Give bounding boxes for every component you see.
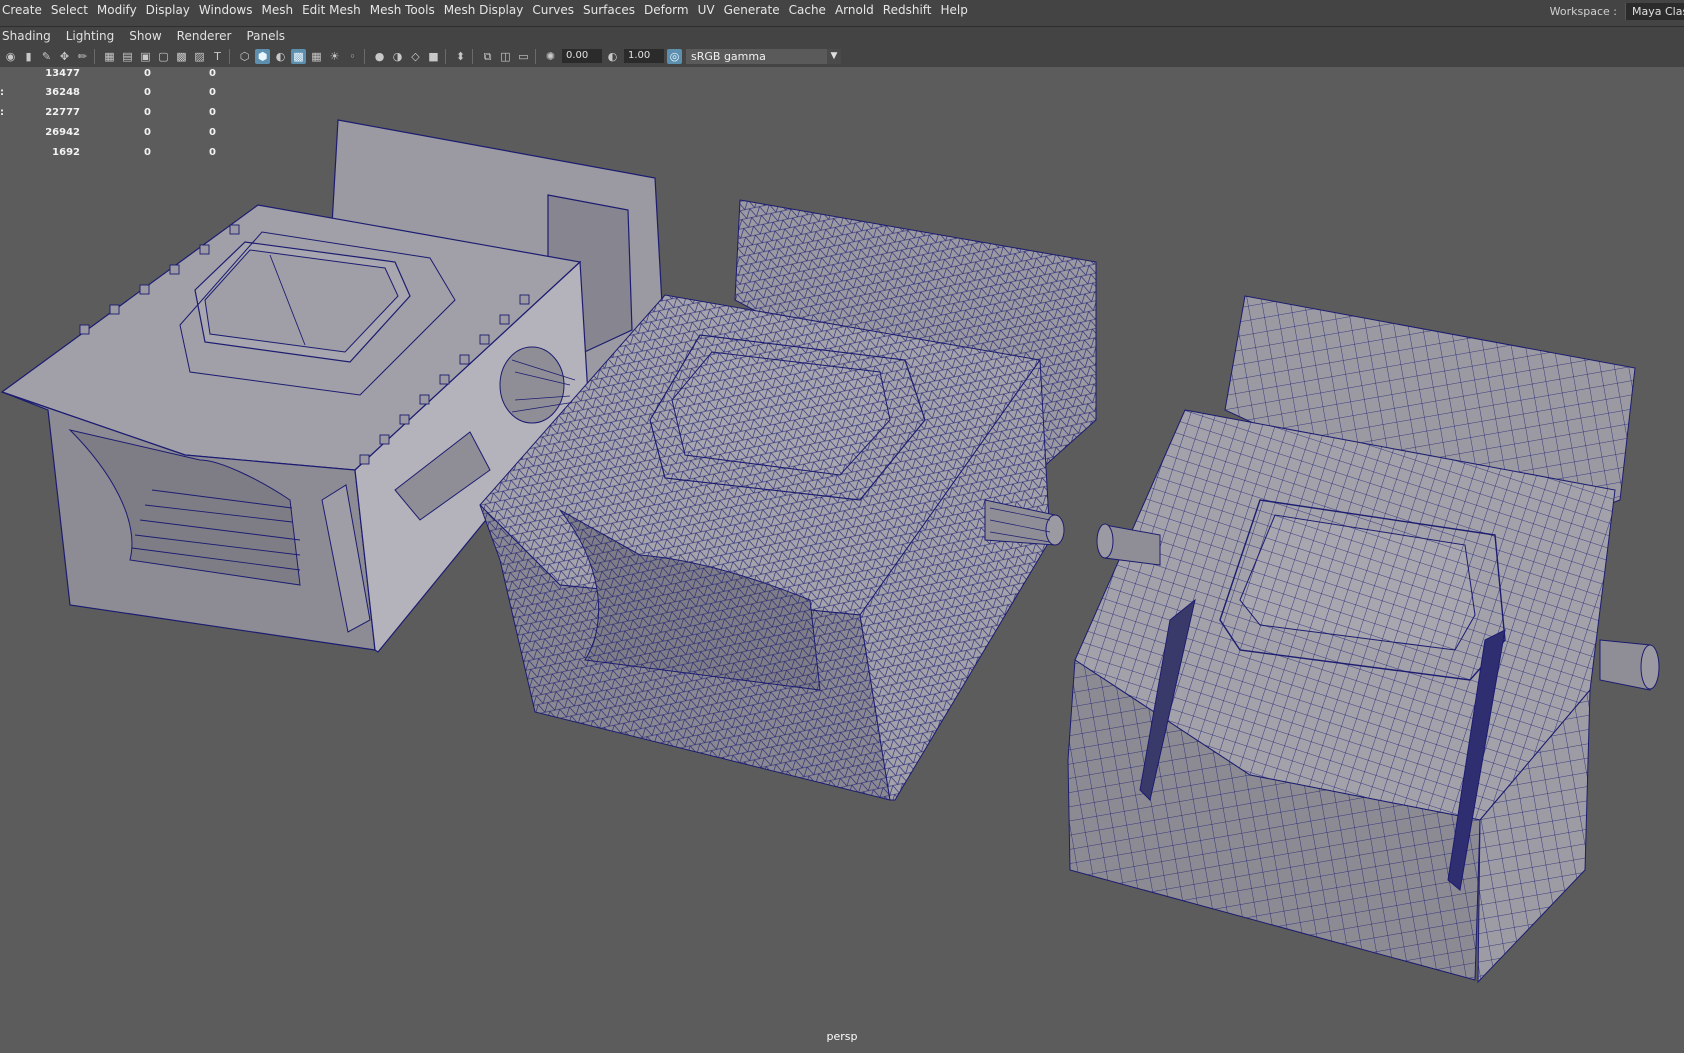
hud-value-selected: 0 <box>144 127 151 138</box>
toolbar-separator <box>94 48 95 64</box>
hud-value-faces: 0 <box>209 127 216 138</box>
safe-title-icon[interactable]: T <box>210 49 225 64</box>
quad-remesh-model[interactable] <box>1067 295 1660 984</box>
menu-arnold[interactable]: Arnold <box>835 3 883 17</box>
menu-mesh[interactable]: Mesh <box>261 3 302 17</box>
hud-row: 26942 0 0 <box>0 127 230 141</box>
gate-mask-icon[interactable]: ▢ <box>156 49 171 64</box>
hud-value-total: 1692 <box>52 147 80 158</box>
lowpoly-peg <box>499 346 565 424</box>
field-chart-icon[interactable]: ▩ <box>174 49 189 64</box>
quad-peg-right <box>1599 639 1660 691</box>
hud-value-selected: 0 <box>144 68 151 79</box>
wireframe-on-shaded-icon[interactable]: ◐ <box>273 49 288 64</box>
hud-value-total: 13477 <box>45 68 80 79</box>
multisample-icon[interactable]: ◑ <box>390 49 405 64</box>
use-all-lights-icon[interactable]: ▦ <box>309 49 324 64</box>
hud-value-total: 36248 <box>45 87 80 98</box>
menu-windows[interactable]: Windows <box>199 3 262 17</box>
workspace-selector: Workspace : Maya Clas <box>1550 0 1684 22</box>
shadows-icon[interactable]: ☀ <box>327 49 342 64</box>
menu-edit-mesh[interactable]: Edit Mesh <box>302 3 370 17</box>
menu-create[interactable]: Create <box>0 3 51 17</box>
xray-icon[interactable]: ⬍ <box>453 49 468 64</box>
panel-menu-renderer[interactable]: Renderer <box>177 29 247 43</box>
hud-value-faces: 0 <box>209 68 216 79</box>
menu-deform[interactable]: Deform <box>644 3 698 17</box>
panel-menu-show[interactable]: Show <box>129 29 176 43</box>
toolbar-separator <box>472 48 473 64</box>
exposure-field[interactable]: 0.00 <box>562 49 602 63</box>
color-space-value: sRGB gamma <box>691 49 766 63</box>
hud-value-selected: 0 <box>144 147 151 158</box>
hud-value-faces: 0 <box>209 107 216 118</box>
xray-joints-icon[interactable]: ⧉ <box>480 49 495 64</box>
safe-action-icon[interactable]: ▨ <box>192 49 207 64</box>
xray-components-icon[interactable]: ◫ <box>498 49 513 64</box>
resolution-gate-icon[interactable]: ▣ <box>138 49 153 64</box>
brush-icon[interactable]: ✏ <box>75 49 90 64</box>
hud-value-selected: 0 <box>144 107 151 118</box>
screen-space-ao-icon[interactable]: ◦ <box>345 49 360 64</box>
hud-row: 13477 0 0 <box>0 68 230 82</box>
workspace-label: Workspace : <box>1549 4 1617 18</box>
color-space-dropdown[interactable]: sRGB gamma ▼ <box>686 48 841 64</box>
gamma-icon[interactable]: ◐ <box>605 49 620 64</box>
toolbar-separator <box>229 48 230 64</box>
panel-menu-lighting[interactable]: Lighting <box>66 29 130 43</box>
pen-icon[interactable]: ✎ <box>39 49 54 64</box>
viewport-scene[interactable] <box>0 67 1684 1053</box>
toolbar-separator <box>364 48 365 64</box>
menu-help[interactable]: Help <box>941 3 977 17</box>
wireframe-icon[interactable]: ⬡ <box>237 49 252 64</box>
hud-label: : <box>0 87 4 98</box>
xray-active-icon[interactable]: ▭ <box>516 49 531 64</box>
hud-value-total: 22777 <box>45 107 80 118</box>
panel-menu-bar: Shading Lighting Show Renderer Panels <box>0 27 1684 45</box>
smooth-shade-icon[interactable]: ⬢ <box>255 48 270 64</box>
menu-uv[interactable]: UV <box>698 3 724 17</box>
main-menu-bar: Create Select Modify Display Windows Mes… <box>0 0 1684 26</box>
hud-label: : <box>0 107 4 118</box>
motion-blur-icon[interactable]: ● <box>372 49 387 64</box>
menu-cache[interactable]: Cache <box>789 3 835 17</box>
hud-value-faces: 0 <box>209 147 216 158</box>
camera-icon[interactable]: ◉ <box>3 49 18 64</box>
hud-value-total: 26942 <box>45 127 80 138</box>
menu-mesh-display[interactable]: Mesh Display <box>444 3 533 17</box>
camera-name-label: persp <box>826 1030 858 1043</box>
menu-redshift[interactable]: Redshift <box>883 3 941 17</box>
panel-menu-panels[interactable]: Panels <box>246 29 300 43</box>
film-gate-icon[interactable]: ▤ <box>120 49 135 64</box>
menu-mesh-tools[interactable]: Mesh Tools <box>370 3 444 17</box>
menu-select[interactable]: Select <box>51 3 97 17</box>
menu-curves[interactable]: Curves <box>532 3 583 17</box>
move-icon[interactable]: ✥ <box>57 49 72 64</box>
bookmark-icon[interactable]: ▮ <box>21 49 36 64</box>
viewport-toolbar: ◉ ▮ ✎ ✥ ✏ ▦ ▤ ▣ ▢ ▩ ▨ T ⬡ ⬢ ◐ ▩ ▦ ☀ ◦ ● … <box>0 45 1684 67</box>
gamma-field[interactable]: 1.00 <box>624 49 664 63</box>
hud-row: : 22777 0 0 <box>0 107 230 121</box>
hud-row: : 36248 0 0 <box>0 87 230 101</box>
textured-icon[interactable]: ▩ <box>291 48 306 64</box>
panel-menu-shading[interactable]: Shading <box>0 29 66 43</box>
menu-display[interactable]: Display <box>146 3 199 17</box>
isolate-select-icon[interactable]: ■ <box>426 49 441 64</box>
grid-icon[interactable]: ▦ <box>102 49 117 64</box>
hud-value-selected: 0 <box>144 87 151 98</box>
menu-surfaces[interactable]: Surfaces <box>583 3 644 17</box>
menu-generate[interactable]: Generate <box>724 3 789 17</box>
toolbar-separator <box>535 48 536 64</box>
chevron-down-icon: ▼ <box>827 48 841 64</box>
workspace-dropdown[interactable]: Maya Clas <box>1625 2 1684 20</box>
exposure-icon[interactable]: ✺ <box>543 49 558 64</box>
hud-row: 1692 0 0 <box>0 147 230 161</box>
hud-value-faces: 0 <box>209 87 216 98</box>
menu-modify[interactable]: Modify <box>97 3 146 17</box>
toolbar-separator <box>445 48 446 64</box>
dof-icon[interactable]: ◇ <box>408 49 423 64</box>
color-management-icon[interactable]: ◎ <box>667 48 682 64</box>
